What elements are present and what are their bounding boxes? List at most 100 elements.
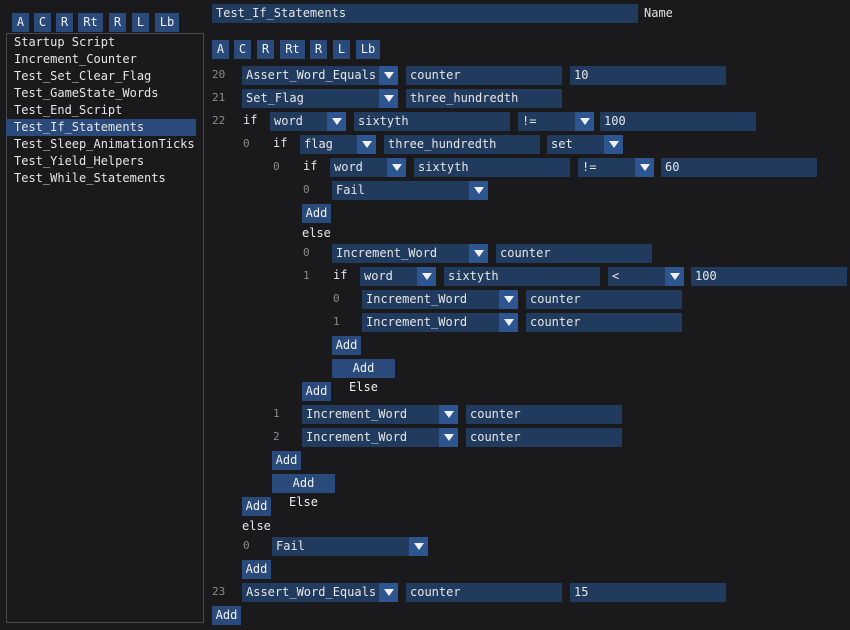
value-input[interactable]: 60 (661, 158, 817, 177)
word-name-input[interactable]: sixtyth (414, 158, 570, 177)
condition-type-value: word (364, 269, 393, 283)
chevron-down-icon[interactable] (439, 428, 458, 447)
script-list-item[interactable]: Test_Yield_Helpers (6, 153, 196, 170)
branch-index: 0 (303, 246, 310, 259)
add-button[interactable]: Add (302, 382, 331, 401)
command-select[interactable]: Increment_Word (302, 405, 458, 424)
word-name-input[interactable]: counter (466, 405, 622, 424)
script-list-item[interactable]: Test_Sleep_AnimationTicks (6, 136, 196, 153)
flag-state-select[interactable]: set (547, 135, 623, 154)
word-name-input[interactable]: sixtyth (354, 112, 510, 131)
chevron-down-icon[interactable] (357, 135, 376, 154)
flag-state-value: set (551, 137, 573, 151)
branch-index: 0 (243, 539, 250, 552)
script-list-item[interactable]: Test_Set_Clear_Flag (6, 68, 196, 85)
value-input[interactable]: 15 (570, 583, 726, 602)
toolbar-rt-button[interactable]: Rt (78, 13, 103, 32)
value-input[interactable]: 100 (691, 267, 847, 286)
command-select[interactable]: Increment_Word (332, 244, 488, 263)
editor-toolbar-rt-button[interactable]: Rt (280, 40, 305, 59)
editor-toolbar-lb-button[interactable]: Lb (356, 40, 380, 59)
editor-toolbar-r2-button[interactable]: R (310, 40, 327, 59)
operator-value: < (612, 269, 620, 283)
command-select[interactable]: Increment_Word (302, 428, 458, 447)
chevron-down-icon[interactable] (499, 290, 518, 309)
command-select-value: Increment_Word (306, 430, 408, 444)
add-else-button[interactable]: Add Else (332, 359, 395, 394)
word-name-input[interactable]: counter (466, 428, 622, 447)
add-button[interactable]: Add (242, 560, 271, 579)
chevron-down-icon[interactable] (327, 112, 346, 131)
editor-toolbar-c-button[interactable]: C (234, 40, 251, 59)
toolbar-r-button[interactable]: R (56, 13, 73, 32)
word-name-input[interactable]: counter (526, 313, 682, 332)
script-list-item[interactable]: Increment_Counter (6, 51, 196, 68)
operator-select[interactable]: != (518, 112, 594, 131)
condition-type-select[interactable]: word (360, 267, 436, 286)
chevron-down-icon[interactable] (469, 244, 488, 263)
word-name-input[interactable]: sixtyth (444, 267, 600, 286)
add-button[interactable]: Add (242, 497, 271, 516)
condition-type-select[interactable]: flag (300, 135, 376, 154)
operator-select[interactable]: != (578, 158, 654, 177)
chevron-down-icon[interactable] (379, 66, 398, 85)
value-input[interactable]: 10 (570, 66, 726, 85)
chevron-down-icon[interactable] (417, 267, 436, 286)
operator-value: != (522, 114, 537, 128)
chevron-down-icon[interactable] (439, 405, 458, 424)
operator-select[interactable]: < (608, 267, 684, 286)
editor-toolbar-r-button[interactable]: R (257, 40, 274, 59)
add-else-button[interactable]: Add Else (272, 474, 335, 509)
command-select[interactable]: Assert_Word_Equals (242, 583, 398, 602)
value-input[interactable]: 100 (600, 112, 756, 131)
add-button[interactable]: Add (272, 451, 301, 470)
add-button[interactable]: Add (332, 336, 361, 355)
chevron-down-icon[interactable] (665, 267, 684, 286)
operator-value: != (582, 160, 597, 174)
chevron-down-icon[interactable] (379, 583, 398, 602)
toolbar-a-button[interactable]: A (12, 13, 29, 32)
toolbar-r2-button[interactable]: R (109, 13, 126, 32)
chevron-down-icon[interactable] (469, 181, 488, 200)
branch-index: 0 (303, 183, 310, 196)
toolbar-c-button[interactable]: C (34, 13, 51, 32)
word-name-input[interactable]: counter (406, 583, 562, 602)
if-keyword: if (333, 268, 348, 282)
add-button[interactable]: Add (302, 204, 331, 223)
editor-toolbar-a-button[interactable]: A (212, 40, 229, 59)
command-select[interactable]: Increment_Word (362, 313, 518, 332)
add-line-button[interactable]: Add (212, 606, 241, 625)
chevron-down-icon[interactable] (387, 158, 406, 177)
command-select[interactable]: Fail (332, 181, 488, 200)
condition-type-select[interactable]: word (270, 112, 346, 131)
toolbar-lb-button[interactable]: Lb (155, 13, 179, 32)
condition-type-value: word (334, 160, 363, 174)
command-select[interactable]: Assert_Word_Equals (242, 66, 398, 85)
script-list-item[interactable]: Test_GameState_Words (6, 85, 196, 102)
condition-type-value: word (274, 114, 303, 128)
command-select[interactable]: Set_Flag (242, 89, 398, 108)
script-list-item[interactable]: Test_While_Statements (6, 170, 196, 187)
toolbar-l-button[interactable]: L (132, 13, 149, 32)
word-name-input[interactable]: counter (496, 244, 652, 263)
command-select[interactable]: Fail (272, 537, 428, 556)
line-number: 23 (212, 585, 226, 598)
chevron-down-icon[interactable] (499, 313, 518, 332)
chevron-down-icon[interactable] (409, 537, 428, 556)
word-name-input[interactable]: counter (406, 66, 562, 85)
flag-name-input[interactable]: three_hundredth (406, 89, 562, 108)
editor-toolbar-l-button[interactable]: L (333, 40, 350, 59)
script-name-input[interactable]: Test_If_Statements (212, 4, 638, 23)
chevron-down-icon[interactable] (604, 135, 623, 154)
chevron-down-icon[interactable] (379, 89, 398, 108)
command-select-value: Fail (336, 183, 365, 197)
script-list-item[interactable]: Startup Script (6, 34, 196, 51)
word-name-input[interactable]: counter (526, 290, 682, 309)
condition-type-select[interactable]: word (330, 158, 406, 177)
script-list-item[interactable]: Test_End_Script (6, 102, 196, 119)
command-select[interactable]: Increment_Word (362, 290, 518, 309)
flag-name-input[interactable]: three_hundredth (384, 135, 540, 154)
script-list-item-selected[interactable]: Test_If_Statements (6, 119, 196, 136)
chevron-down-icon[interactable] (635, 158, 654, 177)
chevron-down-icon[interactable] (575, 112, 594, 131)
